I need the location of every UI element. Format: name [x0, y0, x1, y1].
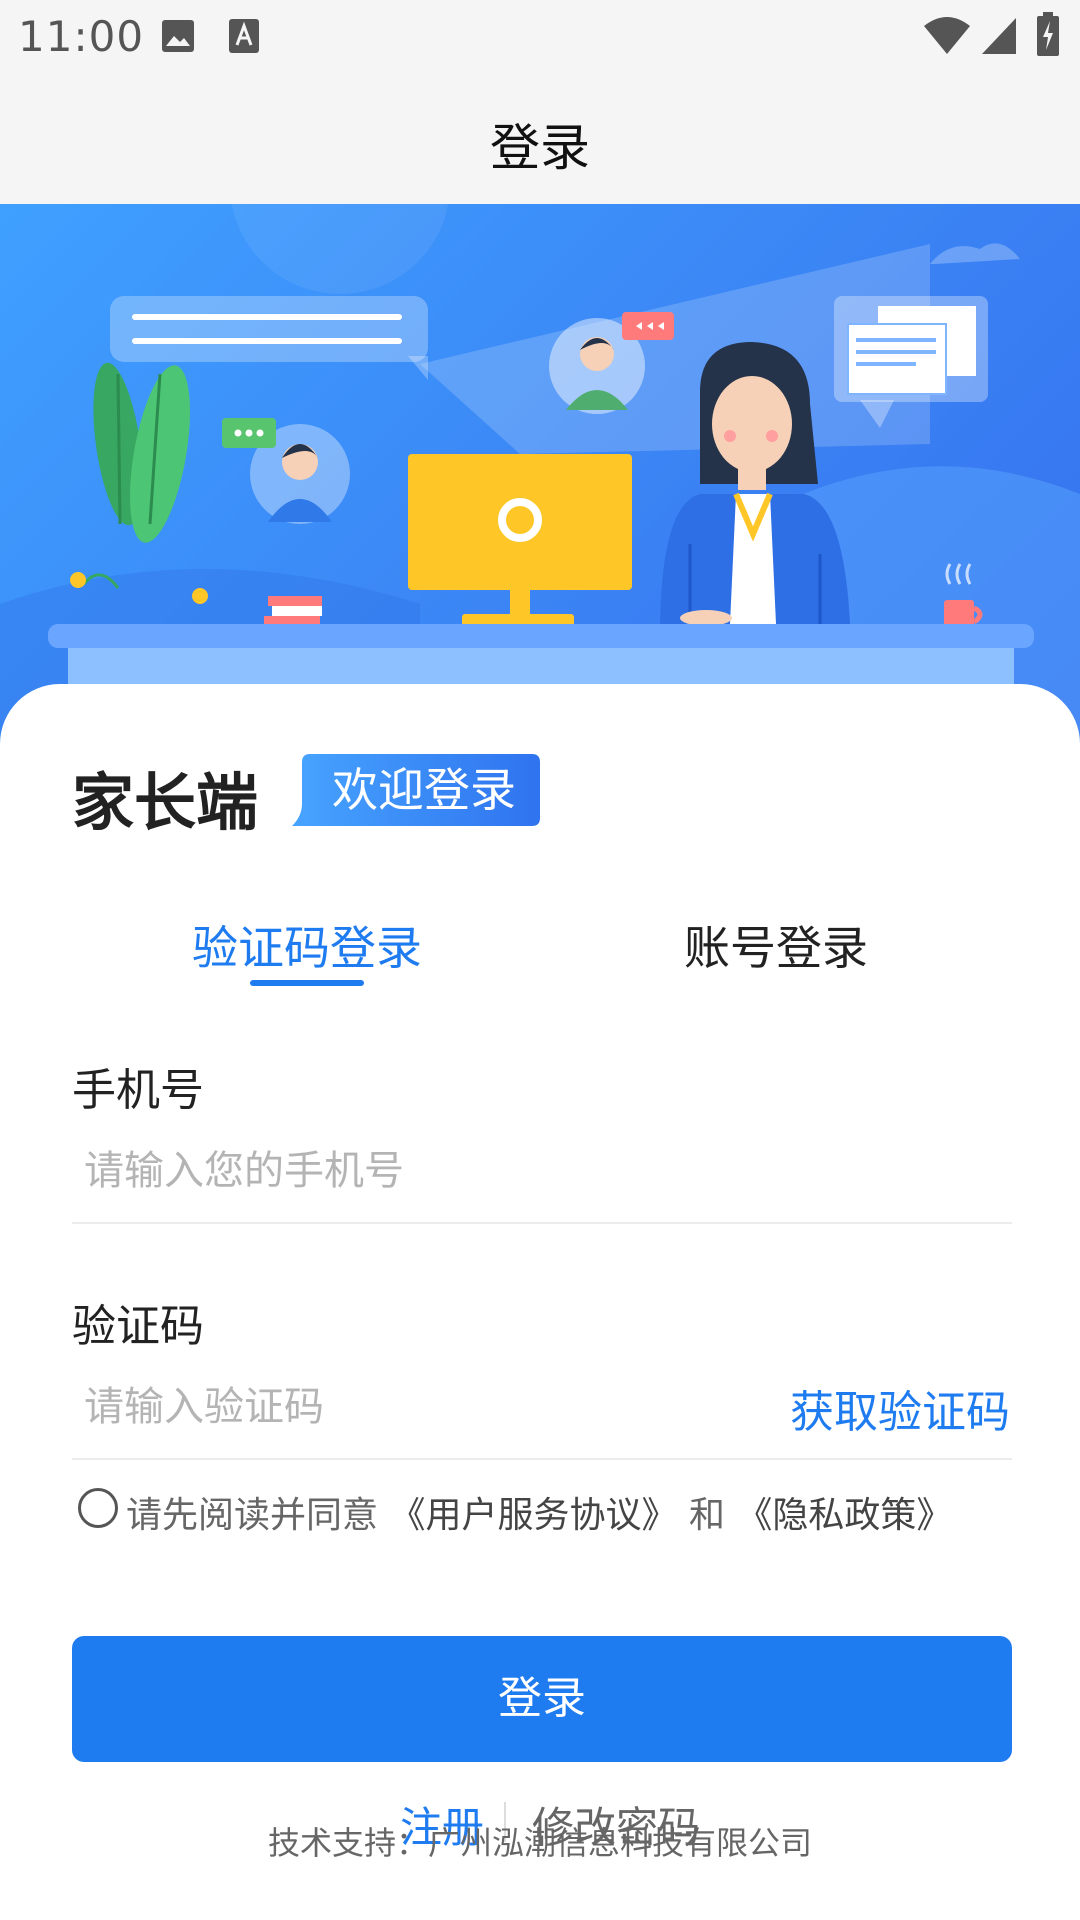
status-time: 11:00 — [18, 12, 145, 61]
phone-input[interactable]: 请输入您的手机号 — [84, 1138, 404, 1196]
agreement-and: 和 — [688, 1495, 725, 1536]
customer-service-illustration — [0, 204, 1080, 744]
code-divider — [72, 1458, 1012, 1460]
image-icon — [162, 20, 194, 52]
agreement-text: 请先阅读并同意 《用户服务协议》 和 《隐私政策》 — [126, 1486, 952, 1538]
tech-support-footer: 技术支持：广州泓潮信息科技有限公司 — [267, 1824, 812, 1862]
terms-link[interactable]: 《用户服务协议》 — [389, 1495, 677, 1536]
code-label: 验证码 — [72, 1301, 204, 1352]
tab-account-login[interactable]: 账号登录 — [684, 912, 868, 978]
page-title: 登录 — [490, 119, 590, 177]
phone-label: 手机号 — [72, 1065, 204, 1116]
tab-sms-login[interactable]: 验证码登录 — [192, 912, 422, 978]
battery-charging-icon — [1037, 12, 1059, 56]
login-button[interactable]: 登录 — [72, 1636, 1012, 1762]
welcome-badge-label: 欢迎登录 — [332, 763, 516, 817]
code-input[interactable]: 请输入验证码 — [84, 1374, 324, 1432]
phone-divider — [72, 1222, 1012, 1224]
role-title: 家长端 — [72, 766, 259, 839]
font-icon — [229, 19, 259, 53]
agreement-prefix: 请先阅读并同意 — [126, 1495, 379, 1536]
status-bar: 11:00 — [0, 0, 1080, 72]
wifi-icon — [924, 17, 970, 54]
get-code-button[interactable]: 获取验证码 — [790, 1376, 1010, 1440]
tab-active-indicator — [250, 980, 364, 986]
privacy-link[interactable]: 《隐私政策》 — [736, 1495, 952, 1536]
nav-bar: 登录 — [0, 72, 1080, 204]
hero-banner — [0, 204, 1080, 744]
signal-icon — [982, 18, 1016, 54]
agreement-radio[interactable] — [78, 1488, 118, 1528]
